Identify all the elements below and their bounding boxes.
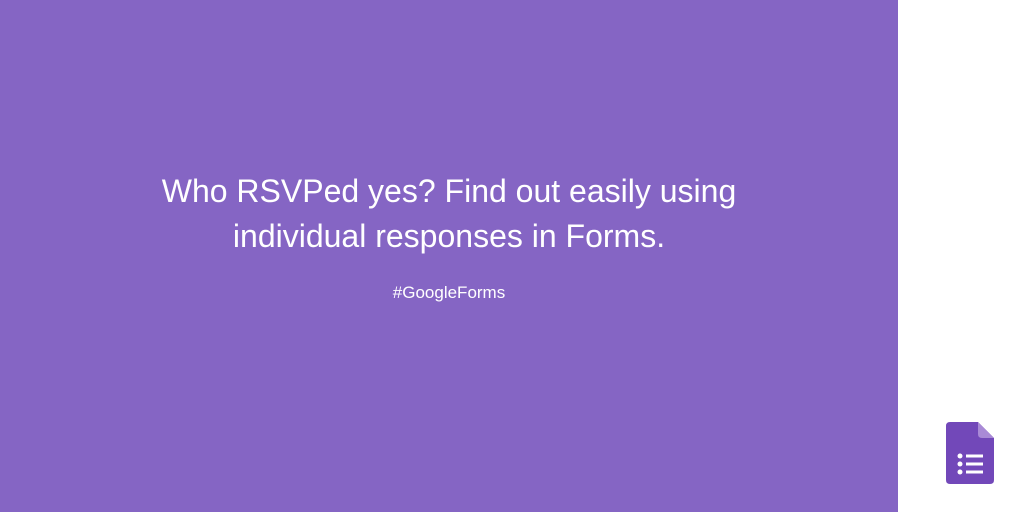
side-panel (898, 0, 1024, 512)
hashtag-text: #GoogleForms (393, 283, 505, 303)
headline-text: Who RSVPed yes? Find out easily using in… (100, 169, 798, 259)
promo-panel: Who RSVPed yes? Find out easily using in… (0, 0, 898, 512)
google-forms-icon (946, 422, 994, 484)
